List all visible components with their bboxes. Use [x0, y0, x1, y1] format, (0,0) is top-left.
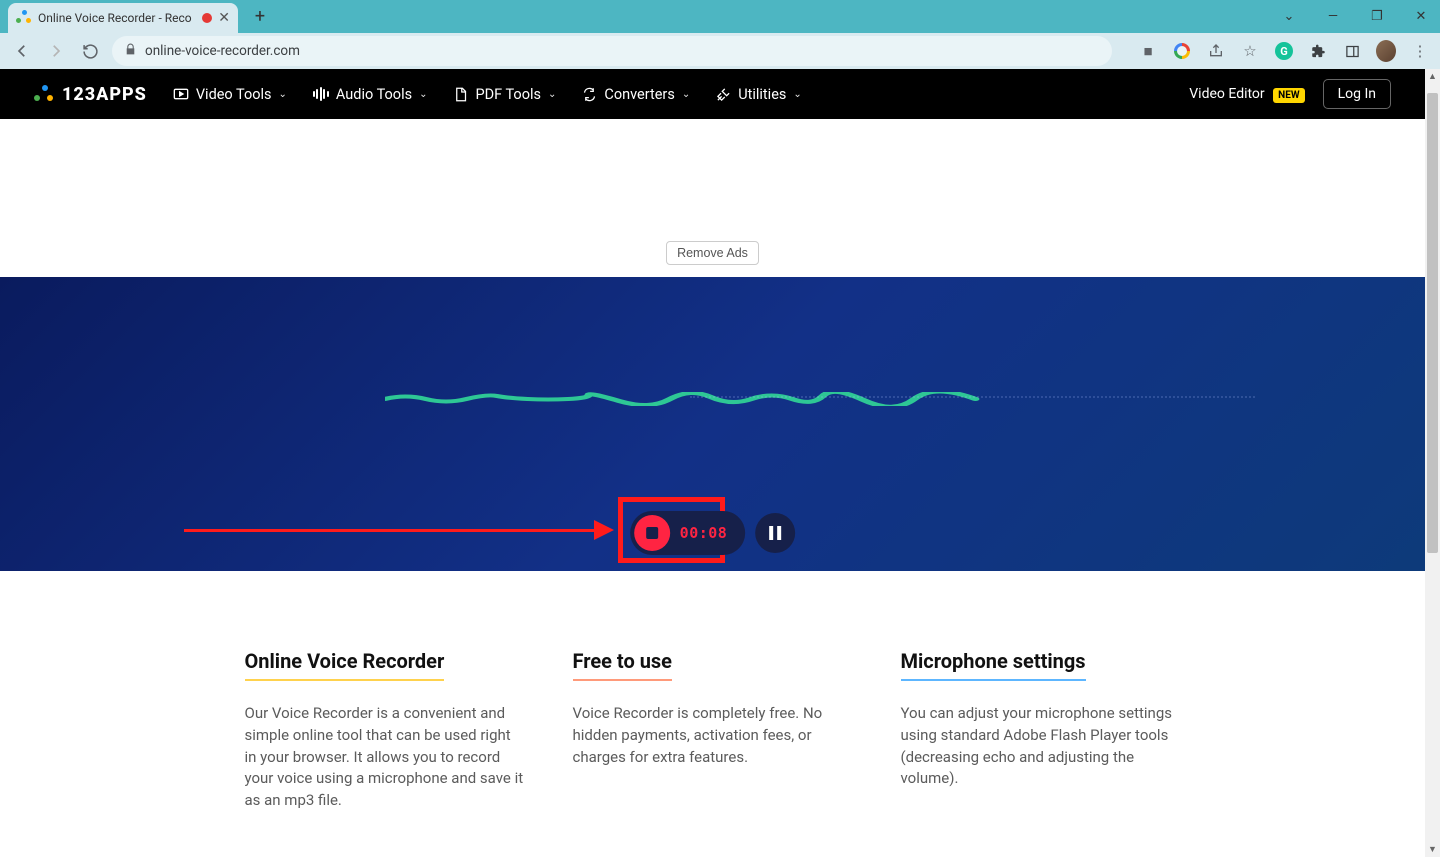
chevron-down-icon: ⌄ [548, 89, 556, 100]
video-editor-link[interactable]: Video Editor NEW [1189, 86, 1304, 102]
extensions-icon[interactable] [1308, 41, 1328, 61]
stop-recording-button[interactable]: 00:08 [630, 511, 746, 555]
side-panel-icon[interactable] [1342, 41, 1362, 61]
audio-bars-icon [313, 87, 329, 101]
chevron-down-icon: ⌄ [419, 89, 427, 100]
waveform-future-line [690, 396, 1255, 398]
menu-converters[interactable]: Converters ⌄ [582, 86, 690, 103]
forward-button [44, 39, 68, 63]
menu-utilities[interactable]: Utilities ⌄ [716, 86, 802, 103]
url-text: online-voice-recorder.com [145, 43, 300, 59]
browser-tab[interactable]: Online Voice Recorder - Reco ✕ [8, 3, 238, 33]
scroll-down-icon[interactable]: ▼ [1425, 844, 1440, 855]
pause-icon [777, 526, 781, 540]
menu-pdf-tools[interactable]: PDF Tools ⌄ [453, 86, 556, 103]
new-tab-button[interactable]: + [246, 3, 274, 31]
scrollbar-thumb[interactable] [1427, 93, 1438, 553]
feature-body: You can adjust your microphone settings … [901, 703, 1181, 790]
chevron-down-icon: ⌄ [793, 89, 801, 100]
feature-column: Online Voice Recorder Our Voice Recorder… [245, 649, 525, 812]
favicon-123apps-icon [16, 10, 32, 26]
feature-title: Online Voice Recorder [245, 649, 445, 681]
menu-label: Utilities [738, 86, 786, 103]
logo-dots-icon [34, 85, 54, 103]
window-minimize-button[interactable]: — [1320, 9, 1346, 24]
scroll-up-icon[interactable]: ▲ [1425, 71, 1440, 82]
feature-title: Microphone settings [901, 649, 1086, 681]
annotation-arrow [184, 527, 614, 535]
pause-button[interactable] [755, 513, 795, 553]
remove-ads-button[interactable]: Remove Ads [666, 241, 759, 265]
feature-title: Free to use [573, 649, 672, 681]
window-close-button[interactable]: ✕ [1408, 9, 1434, 24]
menu-label: Converters [604, 86, 674, 103]
share-icon[interactable] [1206, 41, 1226, 61]
browser-toolbar: online-voice-recorder.com ■ ☆ G ⋮ [0, 33, 1440, 69]
menu-video-tools[interactable]: Video Tools ⌄ [173, 86, 287, 103]
page-content: 123APPS Video Tools ⌄ Audio Tools ⌄ PDF To… [0, 69, 1425, 857]
features-section: Online Voice Recorder Our Voice Recorder… [0, 571, 1425, 812]
menu-label: Audio Tools [336, 86, 412, 103]
feature-body: Voice Recorder is completely free. No hi… [573, 703, 853, 768]
address-bar[interactable]: online-voice-recorder.com [112, 36, 1112, 66]
chevron-down-icon: ⌄ [682, 89, 690, 100]
grammarly-extension-icon[interactable]: G [1274, 41, 1294, 61]
video-editor-label: Video Editor [1189, 86, 1264, 102]
close-tab-button[interactable]: ✕ [218, 10, 230, 26]
menu-label: Video Tools [196, 86, 272, 103]
new-badge: NEW [1273, 88, 1304, 103]
pause-icon [769, 526, 773, 540]
window-maximize-button[interactable]: ❐ [1364, 9, 1390, 24]
reload-button[interactable] [78, 39, 102, 63]
recording-indicator-icon [202, 13, 212, 23]
feature-body: Our Voice Recorder is a convenient and s… [245, 703, 525, 812]
camera-icon[interactable]: ■ [1138, 41, 1158, 61]
page-scrollbar[interactable]: ▲ ▼ [1425, 69, 1440, 857]
site-header: 123APPS Video Tools ⌄ Audio Tools ⌄ PDF To… [0, 69, 1425, 119]
browser-tab-strip: Online Voice Recorder - Reco ✕ + ⌄ — ❐ ✕ [0, 0, 1440, 33]
feature-column: Free to use Voice Recorder is completely… [573, 649, 853, 812]
recorder-controls: 00:08 [630, 511, 796, 555]
tab-title: Online Voice Recorder - Reco [38, 11, 192, 25]
lock-icon [124, 43, 137, 60]
bookmark-star-icon[interactable]: ☆ [1240, 41, 1260, 61]
profile-avatar[interactable] [1376, 41, 1396, 61]
chevron-down-icon: ⌄ [279, 89, 287, 100]
tab-search-button[interactable]: ⌄ [1276, 9, 1302, 24]
recorder-panel: 00:08 [0, 277, 1425, 571]
back-button[interactable] [10, 39, 34, 63]
menu-audio-tools[interactable]: Audio Tools ⌄ [313, 86, 428, 103]
login-button[interactable]: Log In [1323, 79, 1391, 109]
stop-icon [634, 515, 670, 551]
google-icon[interactable] [1172, 41, 1192, 61]
chrome-menu-button[interactable]: ⋮ [1410, 41, 1430, 61]
ad-space: Remove Ads [0, 119, 1425, 277]
feature-column: Microphone settings You can adjust your … [901, 649, 1181, 812]
menu-label: PDF Tools [475, 86, 541, 103]
logo-123apps[interactable]: 123APPS [34, 84, 147, 105]
brand-text: 123APPS [62, 84, 147, 105]
recording-timer: 00:08 [680, 524, 728, 542]
